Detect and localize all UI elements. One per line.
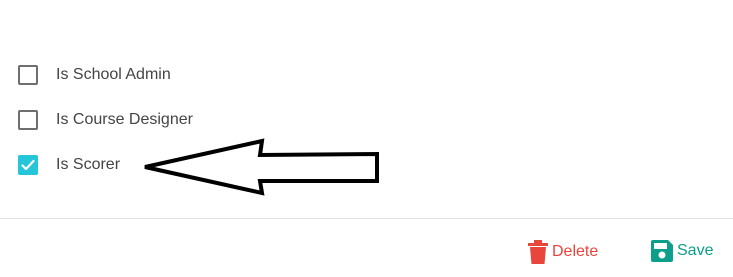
delete-button[interactable]: Delete — [528, 240, 598, 264]
delete-button-label: Delete — [552, 243, 599, 260]
save-button-label: Save — [677, 242, 714, 259]
floppy-disk-icon — [651, 240, 673, 262]
footer-divider — [0, 218, 733, 219]
trash-icon — [528, 240, 548, 264]
save-button[interactable]: Save — [651, 240, 713, 262]
left-arrow-annotation-icon — [144, 138, 379, 196]
